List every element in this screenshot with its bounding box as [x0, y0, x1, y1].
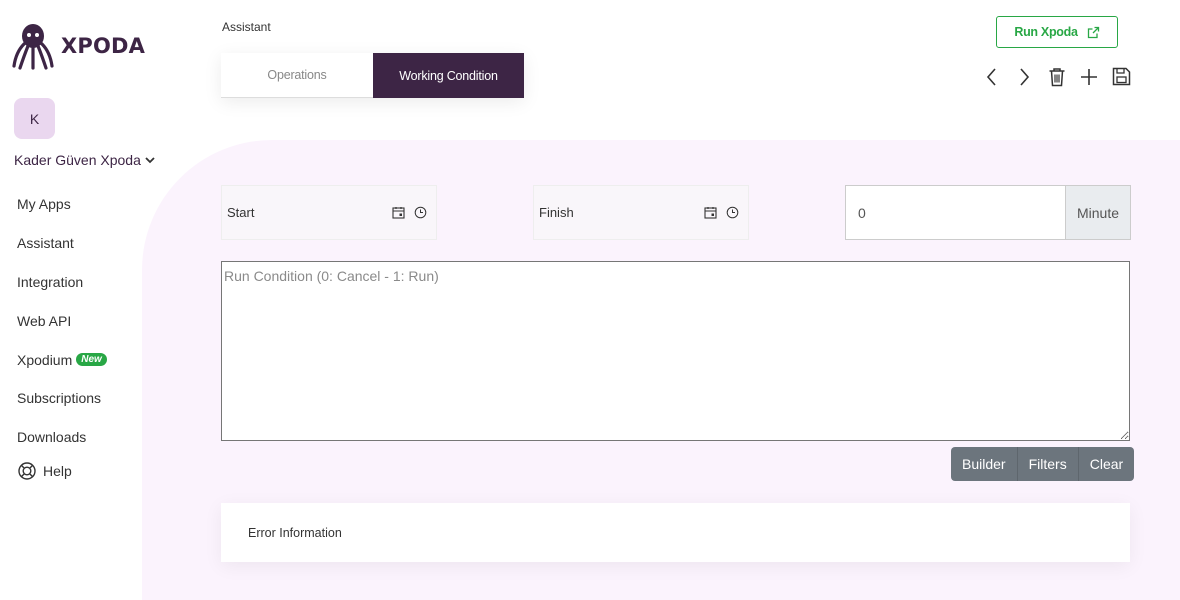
sidebar-item-label: My Apps: [17, 196, 71, 213]
chevron-right-icon: [1020, 67, 1030, 86]
toolbar: [979, 64, 1142, 89]
sidebar-item-my-apps[interactable]: My Apps: [17, 185, 107, 224]
sidebar-item-integration[interactable]: Integration: [17, 263, 107, 302]
user-menu[interactable]: Kader Güven Xpoda: [14, 152, 156, 168]
finish-label: Finish: [539, 205, 574, 220]
breadcrumb: Assistant: [222, 20, 271, 34]
help-label: Help: [43, 463, 72, 479]
sidebar-item-label: Assistant: [17, 235, 74, 252]
minute-unit-label: Minute: [1066, 185, 1131, 240]
condition-actions: Builder Filters Clear: [951, 447, 1135, 481]
tab-working-condition[interactable]: Working Condition: [373, 53, 524, 98]
tab-bar: Operations Working Condition: [221, 53, 524, 98]
sidebar-item-label: Subscriptions: [17, 390, 102, 407]
sidebar-item-label: Web API: [17, 312, 72, 329]
minute-input[interactable]: [845, 185, 1066, 240]
calendar-icon[interactable]: [392, 206, 405, 219]
octopus-logo-icon: [12, 24, 54, 70]
finish-datetime-field[interactable]: Finish: [533, 185, 749, 240]
clock-icon[interactable]: [726, 206, 739, 219]
user-name-label: Kader Güven Xpoda: [14, 152, 141, 168]
start-label: Start: [227, 205, 255, 220]
calendar-icon[interactable]: [704, 206, 717, 219]
add-button[interactable]: [1077, 64, 1102, 89]
help-link[interactable]: Help: [17, 461, 72, 481]
plus-icon: [1081, 68, 1097, 85]
sidebar-item-subscriptions[interactable]: Subscriptions: [17, 379, 107, 418]
sidebar-item-downloads[interactable]: Downloads: [17, 418, 107, 457]
minute-input-group: Minute: [845, 185, 1131, 240]
brand-logo[interactable]: XPODA: [12, 22, 145, 70]
clock-svg: [414, 206, 427, 219]
external-link-icon: [1087, 26, 1099, 38]
start-datetime-field[interactable]: Start: [221, 185, 437, 240]
clear-button[interactable]: Clear: [1079, 447, 1134, 481]
next-button[interactable]: [1012, 64, 1037, 89]
sidebar-item-label: Downloads: [17, 429, 87, 446]
run-condition-textarea[interactable]: [221, 261, 1130, 441]
error-information-panel[interactable]: Error Information: [221, 503, 1130, 562]
sidebar-item-label: Integration: [17, 273, 84, 290]
chevron-down-icon: [145, 157, 155, 164]
sidebar-item-assistant[interactable]: Assistant: [17, 224, 107, 263]
avatar[interactable]: K: [14, 98, 55, 139]
tab-operations[interactable]: Operations: [221, 53, 373, 98]
run-xpoda-button[interactable]: Run Xpoda: [996, 16, 1118, 48]
brand-name: XPODA: [61, 34, 146, 58]
chevron-left-icon: [986, 67, 996, 86]
clock-svg: [726, 206, 739, 219]
clock-icon[interactable]: [414, 206, 427, 219]
delete-button[interactable]: [1044, 64, 1069, 89]
calendar-svg: [704, 207, 717, 219]
new-badge: New: [76, 353, 107, 367]
calendar-svg: [392, 207, 405, 219]
trash-icon: [1049, 67, 1064, 86]
run-xpoda-label: Run Xpoda: [1014, 25, 1078, 39]
save-icon: [1112, 67, 1131, 86]
sidebar-item-web-api[interactable]: Web API: [17, 301, 107, 340]
builder-button[interactable]: Builder: [951, 447, 1018, 481]
previous-button[interactable]: [979, 64, 1004, 89]
filters-button[interactable]: Filters: [1018, 447, 1079, 481]
sidebar-nav: My Apps Assistant Integration Web API Xp…: [17, 185, 107, 457]
sidebar-item-xpodium[interactable]: Xpodium New: [17, 340, 107, 379]
sidebar-item-label: Xpodium: [17, 351, 73, 368]
lifebuoy-icon: [18, 462, 36, 480]
save-button[interactable]: [1109, 64, 1134, 89]
error-information-label: Error Information: [248, 525, 342, 540]
